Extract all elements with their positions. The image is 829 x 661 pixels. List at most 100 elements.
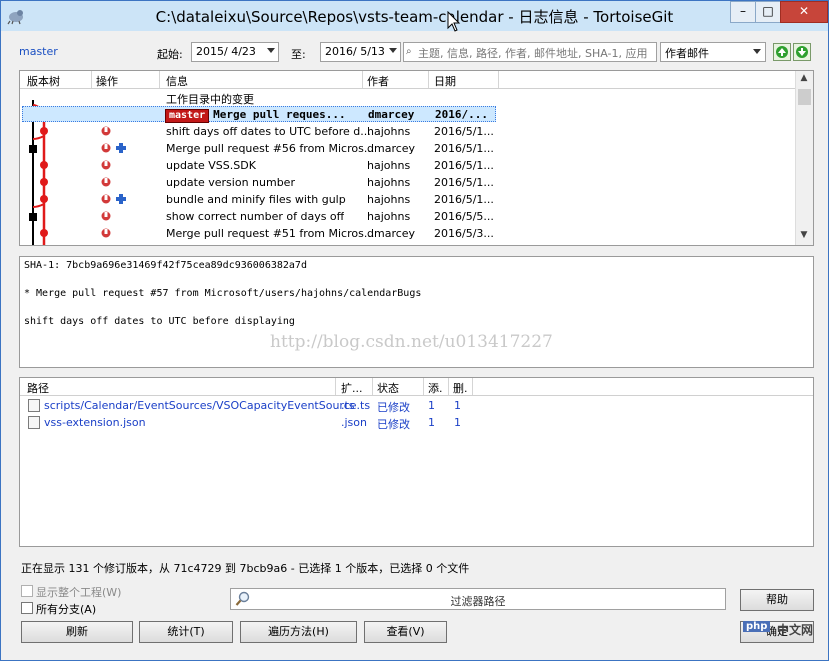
title-bar[interactable]: C:\dataleixu\Source\Repos\vsts-team-cale… (1, 1, 828, 32)
all-branches-label: 所有分支(A) (36, 603, 97, 616)
column-header-added[interactable]: 添. (428, 380, 443, 396)
column-header-actions[interactable]: 操作 (96, 73, 118, 89)
commit-body: shift days off dates to UTC before displ… (24, 316, 295, 327)
log-row-working-copy[interactable]: 工作目录中的变更 (20, 89, 796, 106)
file-status: 已修改 (377, 418, 410, 431)
json-file-icon (28, 416, 40, 429)
row-date: 2016/5/5... (434, 210, 494, 223)
column-divider (335, 378, 336, 395)
log-list-header: 版本树 操作 信息 作者 日期 (20, 71, 796, 89)
file-status: 已修改 (377, 401, 410, 414)
column-divider (428, 71, 429, 88)
file-path: scripts/Calendar/EventSources/VSOCapacit… (44, 399, 371, 412)
branch-tag-master[interactable]: master (165, 109, 210, 123)
row-message: update VSS.SDK (166, 159, 256, 172)
row-message: Merge pull request #51 from Micros... (166, 227, 375, 240)
search-dropdown-icon[interactable]: ⌕ (406, 46, 412, 57)
mouse-cursor-icon (447, 11, 461, 32)
minimize-button[interactable]: – (730, 1, 756, 23)
log-row-selected[interactable]: master Merge pull reques... dmarcey 2016/… (22, 106, 496, 123)
log-row[interactable]: show correct number of days off hajohns … (20, 208, 796, 225)
show-whole-project-label: 显示整个工程(W) (36, 586, 122, 599)
row-author: dmarcey (368, 108, 415, 121)
column-divider (362, 71, 363, 88)
commit-subject: * Merge pull request #57 from Microsoft/… (24, 288, 422, 299)
column-header-status[interactable]: 状态 (377, 380, 399, 396)
scroll-down-icon[interactable]: ▼ (798, 230, 810, 242)
column-header-graph[interactable]: 版本树 (27, 73, 60, 89)
log-row[interactable]: update version number hajohns 2016/5/1..… (20, 174, 796, 191)
column-header-date[interactable]: 日期 (434, 73, 456, 89)
walk-behavior-button[interactable]: 遍历方法(H) (240, 621, 357, 643)
log-row[interactable]: shift days off dates to UTC before d... … (20, 123, 796, 140)
row-message: shift days off dates to UTC before d... (166, 125, 371, 138)
log-list[interactable]: 版本树 操作 信息 作者 日期 工作目录中的变更 master Merge pu… (19, 70, 814, 246)
site-logo-watermark: php 中文网 (743, 615, 825, 655)
column-divider (91, 71, 92, 88)
log-row[interactable]: bundle and minify files with gulp hajohn… (20, 191, 796, 208)
column-header-message[interactable]: 信息 (166, 73, 188, 89)
column-header-path[interactable]: 路径 (27, 380, 49, 396)
row-message: update version number (166, 176, 295, 189)
site-logo-right: 中文网 (777, 623, 814, 637)
row-message-text: Merge pull reques... (213, 108, 346, 121)
to-date-picker[interactable]: 2016/ 5/13 (320, 42, 401, 62)
column-divider (448, 378, 449, 395)
next-button[interactable] (793, 43, 811, 61)
row-date: 2016/5/1... (434, 142, 494, 155)
row-date: 2016/5/1... (434, 159, 494, 172)
file-deleted: 1 (454, 399, 461, 412)
file-deleted: 1 (454, 416, 461, 429)
row-message: Merge pull request #56 from Micros... (166, 142, 375, 155)
help-button[interactable]: 帮助 (740, 589, 814, 611)
close-button[interactable]: ✕ (780, 1, 828, 23)
file-added: 1 (428, 416, 435, 429)
filter-field-select[interactable]: 作者邮件 (660, 42, 766, 62)
log-row[interactable]: update VSS.SDK hajohns 2016/5/1... (20, 157, 796, 174)
branch-link[interactable]: master (19, 45, 58, 58)
show-whole-project-checkbox[interactable] (21, 585, 33, 597)
row-author: hajohns (367, 125, 411, 138)
previous-button[interactable] (773, 43, 791, 61)
statistics-button[interactable]: 统计(T) (139, 621, 233, 643)
changed-files-list[interactable]: 路径 扩... 状态 添. 删. scripts/Calendar/EventS… (19, 377, 814, 547)
all-branches-checkbox[interactable] (21, 602, 33, 614)
commit-message-pane[interactable]: SHA-1: 7bcb9a696e31469f42f75cea89dc93600… (19, 256, 814, 368)
scroll-up-icon[interactable]: ▲ (798, 73, 810, 85)
to-label: 至: (291, 48, 306, 61)
row-author: hajohns (367, 176, 411, 189)
maximize-button[interactable]: □ (755, 1, 781, 23)
row-author: hajohns (367, 159, 411, 172)
column-header-deleted[interactable]: 删. (453, 380, 468, 396)
column-header-author[interactable]: 作者 (367, 73, 389, 89)
from-date-picker[interactable]: 2015/ 4/23 (191, 42, 279, 62)
row-date: 2016/... (435, 108, 488, 121)
log-row[interactable]: Merge pull request #51 from Micros... dm… (20, 225, 796, 242)
row-message: show correct number of days off (166, 210, 345, 223)
to-date-value: 2016/ 5/13 (325, 45, 385, 58)
file-row[interactable]: vss-extension.json .json 已修改 1 1 (20, 414, 813, 431)
search-placeholder: 主题, 信息, 路径, 作者, 邮件地址, SHA-1, 应用 (418, 47, 648, 60)
arrow-up-icon (776, 46, 788, 58)
site-logo-left: php (743, 621, 771, 632)
row-date: 2016/5/1... (434, 176, 494, 189)
path-filter-input[interactable]: 过滤器路径 (230, 588, 726, 610)
file-ext: .ts (341, 399, 355, 412)
tortoisegit-log-window: C:\dataleixu\Source\Repos\vsts-team-cale… (0, 0, 829, 661)
scrollbar-thumb[interactable] (798, 89, 811, 105)
chevron-down-icon (389, 48, 397, 53)
search-input[interactable]: ⌕ 主题, 信息, 路径, 作者, 邮件地址, SHA-1, 应用 (403, 42, 657, 62)
filter-field-value: 作者邮件 (665, 47, 709, 60)
view-button[interactable]: 查看(V) (364, 621, 447, 643)
log-row[interactable]: Merge pull request #56 from Micros... dm… (20, 140, 796, 157)
row-author: hajohns (367, 193, 411, 206)
file-ext: .json (341, 416, 367, 429)
row-message: 工作目录中的变更 (166, 93, 254, 106)
column-header-ext[interactable]: 扩... (341, 380, 363, 396)
files-list-header: 路径 扩... 状态 添. 删. (20, 378, 813, 396)
commit-sha: SHA-1: 7bcb9a696e31469f42f75cea89dc93600… (24, 260, 307, 271)
file-row[interactable]: scripts/Calendar/EventSources/VSOCapacit… (20, 397, 813, 414)
from-label: 起始: (157, 48, 183, 61)
refresh-button[interactable]: 刷新 (21, 621, 133, 643)
log-list-scrollbar[interactable]: ▲ ▼ (795, 71, 813, 245)
